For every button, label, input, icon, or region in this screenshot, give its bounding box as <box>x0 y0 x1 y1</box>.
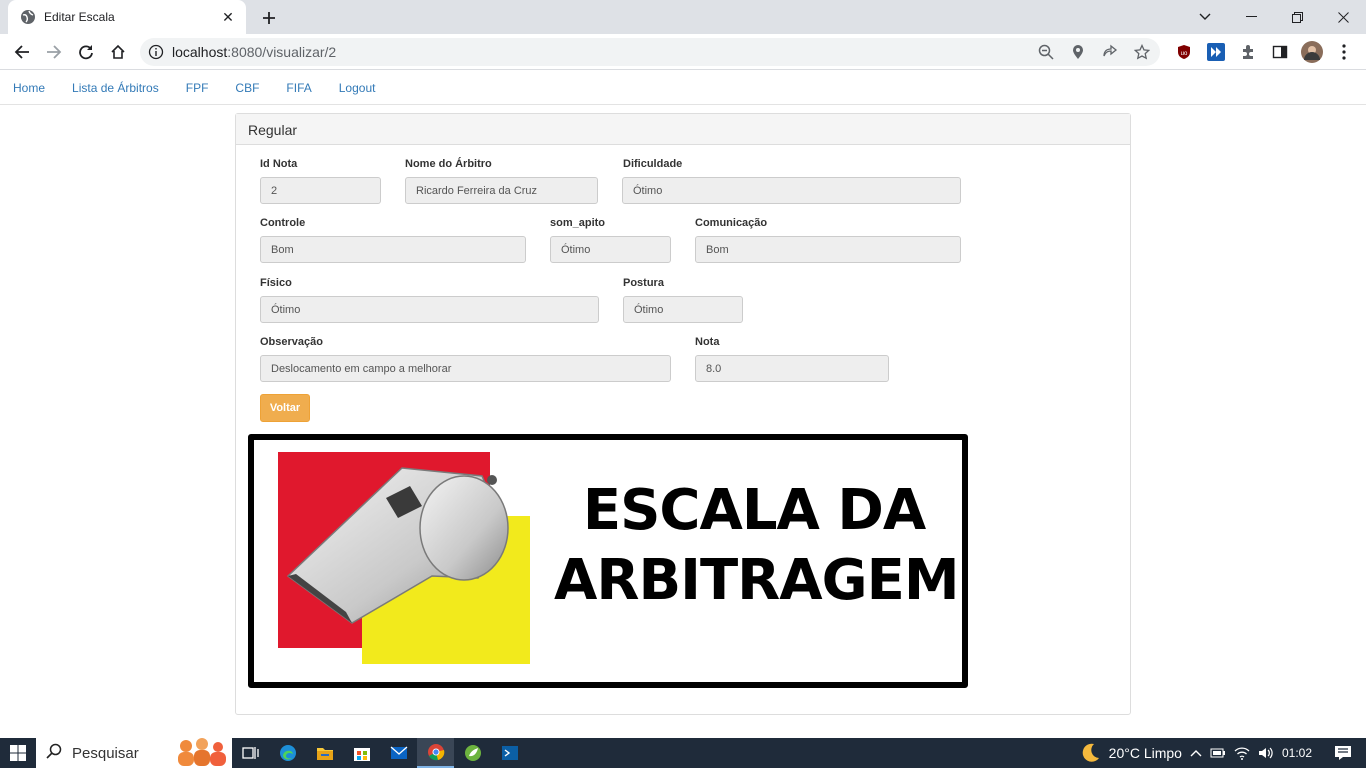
terminal-app-icon[interactable] <box>491 738 528 768</box>
tray-chevron-up-icon[interactable] <box>1190 749 1202 757</box>
nav-link-fpf[interactable]: FPF <box>186 81 209 95</box>
extensions-puzzle-icon[interactable] <box>1236 40 1260 64</box>
nav-link-lista-arbitros[interactable]: Lista de Árbitros <box>72 81 159 95</box>
window-controls <box>1182 0 1366 34</box>
nome-arbitro-field[interactable]: Ricardo Ferreira da Cruz <box>405 177 598 204</box>
comunicacao-label: Comunicação <box>695 217 768 229</box>
site-nav: Home Lista de Árbitros FPF CBF FIFA Logo… <box>0 71 1366 105</box>
share-icon[interactable] <box>1098 40 1122 64</box>
weather-text[interactable]: 20°C Limpo <box>1109 745 1182 761</box>
url-host: localhost <box>172 44 228 60</box>
bookmark-star-icon[interactable] <box>1130 40 1154 64</box>
nota-field[interactable]: 8.0 <box>695 355 889 382</box>
mail-app-icon[interactable] <box>380 738 417 768</box>
file-explorer-app-icon[interactable] <box>306 738 343 768</box>
controle-label: Controle <box>260 217 306 229</box>
nav-link-home[interactable]: Home <box>13 81 45 95</box>
id-nota-field[interactable]: 2 <box>260 177 381 204</box>
nav-link-cbf[interactable]: CBF <box>235 81 259 95</box>
location-icon[interactable] <box>1066 40 1090 64</box>
dificuldade-label: Dificuldade <box>623 158 683 170</box>
tab-title: Editar Escala <box>44 10 115 24</box>
observacao-field[interactable]: Deslocamento em campo a melhorar <box>260 355 671 382</box>
close-window-button[interactable] <box>1320 0 1366 34</box>
browser-menu-icon[interactable] <box>1332 40 1356 64</box>
postura-field[interactable]: Ótimo <box>623 296 743 323</box>
taskbar-search[interactable]: Pesquisar <box>36 736 232 771</box>
url-path: :8080/visualizar/2 <box>227 44 337 60</box>
nome-arbitro-label: Nome do Árbitro <box>405 158 492 170</box>
extensions-area: uo <box>1172 40 1356 64</box>
windows-taskbar: Pesquisar 20°C Limpo 01:02 <box>0 736 1366 771</box>
tab-search-icon[interactable] <box>1182 0 1228 34</box>
system-tray: 20°C Limpo 01:02 <box>1079 738 1366 768</box>
omnibox-actions <box>1034 40 1154 64</box>
minimize-button[interactable] <box>1228 0 1274 34</box>
panel-heading: Regular <box>236 114 1130 145</box>
notifications-icon[interactable] <box>1334 745 1352 761</box>
nav-link-logout[interactable]: Logout <box>339 81 376 95</box>
escala-arbitragem-banner: ESCALA DA ARBITRAGEM <box>248 434 968 688</box>
search-icon <box>46 743 62 764</box>
close-tab-icon[interactable]: ✕ <box>220 9 236 25</box>
forward-icon[interactable] <box>42 40 66 64</box>
som-apito-label: som_apito <box>550 217 606 229</box>
clock-time[interactable]: 01:02 <box>1282 746 1312 760</box>
zoom-icon[interactable] <box>1034 40 1058 64</box>
nota-label: Nota <box>695 336 720 348</box>
nav-link-fifa[interactable]: FIFA <box>286 81 311 95</box>
svg-text:uo: uo <box>1181 51 1188 57</box>
browser-tab[interactable]: Editar Escala ✕ <box>8 0 246 34</box>
new-tab-button[interactable] <box>258 7 280 29</box>
globe-icon <box>20 9 36 25</box>
side-panel-icon[interactable] <box>1268 40 1292 64</box>
wifi-icon[interactable] <box>1234 746 1250 760</box>
browser-tabstrip: Editar Escala ✕ <box>0 0 1366 34</box>
browser-toolbar: localhost:8080/visualizar/2 uo <box>0 34 1366 70</box>
fisico-label: Físico <box>260 277 292 289</box>
postura-label: Postura <box>623 277 664 289</box>
ublock-icon[interactable]: uo <box>1172 40 1196 64</box>
comunicacao-field[interactable]: Bom <box>695 236 961 263</box>
address-bar[interactable]: localhost:8080/visualizar/2 <box>140 38 1160 66</box>
chrome-app-icon[interactable] <box>417 738 454 768</box>
people-illustration-icon <box>172 736 232 771</box>
url-text: localhost:8080/visualizar/2 <box>172 44 336 60</box>
extension-forward-icon[interactable] <box>1204 40 1228 64</box>
site-info-icon[interactable] <box>140 44 172 60</box>
controle-field[interactable]: Bom <box>260 236 526 263</box>
observacao-label: Observação <box>260 336 323 348</box>
reload-icon[interactable] <box>74 40 98 64</box>
windows-start-icon[interactable] <box>0 738 36 768</box>
banner-title-line2: ARBITRAGEM <box>554 548 960 613</box>
weather-moon-icon <box>1079 742 1101 764</box>
voltar-button[interactable]: Voltar <box>260 394 310 422</box>
task-view-icon[interactable] <box>232 738 269 768</box>
restore-button[interactable] <box>1274 0 1320 34</box>
dificuldade-field[interactable]: Ótimo <box>622 177 961 204</box>
som-apito-field[interactable]: Ótimo <box>550 236 671 263</box>
banner-title-line1: ESCALA DA <box>582 478 926 543</box>
edge-app-icon[interactable] <box>269 738 306 768</box>
fisico-field[interactable]: Ótimo <box>260 296 599 323</box>
search-placeholder: Pesquisar <box>72 744 139 762</box>
profile-avatar[interactable] <box>1300 40 1324 64</box>
banner-title: ESCALA DA ARBITRAGEM <box>554 476 960 616</box>
home-icon[interactable] <box>106 40 130 64</box>
spring-tool-app-icon[interactable] <box>454 738 491 768</box>
back-icon[interactable] <box>10 40 34 64</box>
volume-icon[interactable] <box>1258 746 1274 760</box>
store-app-icon[interactable] <box>343 738 380 768</box>
whistle-icon <box>286 467 509 624</box>
id-nota-label: Id Nota <box>260 158 298 170</box>
battery-icon[interactable] <box>1210 747 1226 759</box>
